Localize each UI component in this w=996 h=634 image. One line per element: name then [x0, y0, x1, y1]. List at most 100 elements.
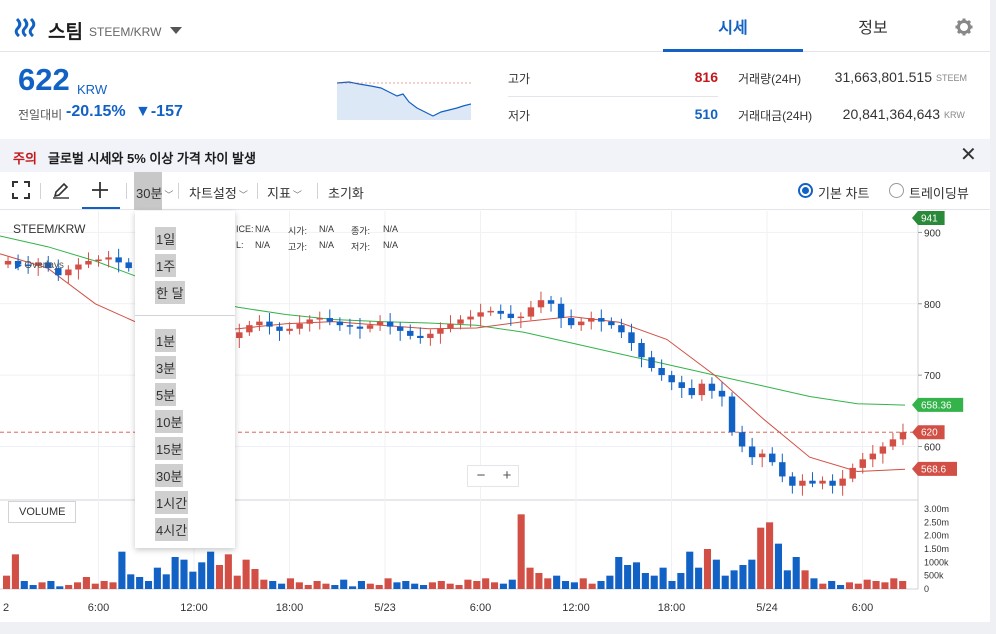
tab-info[interactable]: 정보: [803, 0, 943, 52]
coin-selector-chevron-icon[interactable]: [170, 27, 182, 34]
candle-body: [386, 321, 394, 327]
interval-selector[interactable]: 30분 ﹀: [136, 183, 173, 202]
chart-settings-menu[interactable]: 차트설정 ﹀: [189, 183, 248, 202]
x-tick-label: 5/23: [374, 602, 395, 614]
interval-option-4h[interactable]: 4시간: [155, 518, 189, 541]
amount-value: 20,841,364,643: [842, 106, 940, 122]
volume-bar: [269, 581, 277, 589]
volume-bar: [47, 581, 55, 589]
volume-bar: [171, 557, 179, 589]
volume-bar: [535, 573, 543, 589]
volume-bar: [295, 582, 303, 589]
notice-bar: 주의 글로벌 시세와 5% 이상 가격 차이 발생 ✕: [0, 139, 990, 172]
candle-body: [236, 332, 243, 339]
candle-body: [738, 432, 746, 447]
candle-body: [346, 325, 354, 327]
candle-body: [497, 310, 504, 314]
interval-option-10min[interactable]: 10분: [155, 410, 184, 433]
volume-bar: [366, 583, 374, 589]
low-label: 저가: [508, 109, 531, 123]
volume-bar: [402, 581, 410, 589]
high-label: 고가: [508, 72, 531, 86]
change-rate: -20.15%: [66, 103, 126, 120]
interval-option-3min[interactable]: 3분: [155, 356, 177, 379]
legend-label: L:: [236, 240, 244, 250]
zoom-out-button[interactable]: −: [468, 466, 494, 486]
volume-bar: [730, 570, 738, 589]
volume-bar: [677, 573, 685, 589]
volume-tick-label: 2.50m: [924, 517, 949, 527]
volume-bar: [189, 571, 197, 589]
volume-button[interactable]: VOLUME: [8, 501, 77, 523]
volume-bar: [65, 585, 73, 589]
volume-bar: [473, 581, 481, 589]
volume-bar: [783, 570, 791, 589]
interval-option-1d[interactable]: 1일: [155, 227, 177, 250]
volume-bar: [490, 582, 499, 589]
interval-option-1h[interactable]: 1시간: [155, 491, 189, 514]
candle-body: [447, 323, 454, 329]
tradingview-label[interactable]: 트레이딩뷰: [909, 183, 969, 202]
volume-bar: [721, 575, 729, 589]
candle-body: [306, 319, 313, 324]
chevron-down-icon: ﹀: [238, 190, 248, 200]
candle-body: [819, 480, 826, 484]
volume-bar: [766, 522, 774, 589]
crosshair-icon[interactable]: [91, 181, 109, 199]
candle-body: [115, 257, 122, 263]
legend-value: N/A: [255, 224, 271, 234]
volume-bar: [82, 577, 90, 589]
volume-value: 31,663,801.515: [834, 69, 932, 85]
volume-bar: [322, 583, 330, 589]
toolbar-divider: [257, 183, 258, 199]
tab-price[interactable]: 시세: [663, 0, 803, 52]
candle-body: [256, 321, 263, 326]
volume-bar: [3, 575, 11, 589]
chevron-down-icon: ﹀: [164, 190, 174, 200]
price-sparkline: [337, 78, 471, 120]
volume-bar: [384, 578, 392, 589]
pencil-icon[interactable]: [52, 181, 70, 199]
gear-icon[interactable]: [955, 18, 973, 36]
candle-body: [839, 478, 846, 486]
volume-bar: [482, 578, 490, 589]
price-unit: KRW: [77, 82, 108, 97]
volume-bar: [109, 582, 117, 589]
zoom-in-button[interactable]: +: [494, 466, 520, 486]
interval-option-1w[interactable]: 1주: [155, 254, 177, 277]
tradingview-radio[interactable]: [889, 183, 904, 198]
volume-bar: [774, 543, 783, 589]
volume-bar: [260, 579, 268, 589]
candle-body: [65, 269, 72, 276]
interval-dropdown: 1일 1주 한 달 1분 3분 5분 10분 15분 30분 1시간 4시간: [135, 211, 235, 548]
volume-bar: [748, 559, 756, 589]
candle-body: [758, 453, 766, 458]
candle-body: [276, 326, 283, 331]
dropdown-divider: [135, 315, 235, 316]
legend-value: N/A: [319, 224, 335, 234]
interval-option-30min[interactable]: 30분: [155, 464, 184, 487]
candle-body: [638, 343, 645, 358]
volume-bar: [508, 579, 516, 589]
candle-body: [588, 318, 595, 322]
basic-chart-radio[interactable]: [798, 183, 813, 198]
candle-body: [427, 333, 434, 339]
close-icon[interactable]: ✕: [960, 145, 977, 165]
candle-body: [75, 264, 82, 270]
volume-bar: [801, 570, 809, 589]
basic-chart-label[interactable]: 기본 차트: [818, 183, 869, 202]
interval-option-15min[interactable]: 15분: [155, 437, 184, 460]
reset-button[interactable]: 초기화: [328, 183, 364, 202]
legend-value: N/A: [319, 240, 335, 250]
interval-option-1m[interactable]: 한 달: [155, 281, 185, 304]
interval-option-5min[interactable]: 5분: [155, 383, 177, 406]
overlays-toggle[interactable]: Overlays: [15, 260, 63, 271]
fullscreen-icon[interactable]: [12, 181, 30, 199]
indicators-menu[interactable]: 지표 ﹀: [267, 183, 302, 202]
candle-body: [789, 476, 796, 486]
volume-bar: [357, 581, 365, 589]
volume-bar: [588, 583, 596, 589]
interval-option-1min[interactable]: 1분: [155, 329, 177, 352]
candle-body: [718, 390, 726, 397]
x-tick-label: 12:00: [562, 602, 590, 614]
